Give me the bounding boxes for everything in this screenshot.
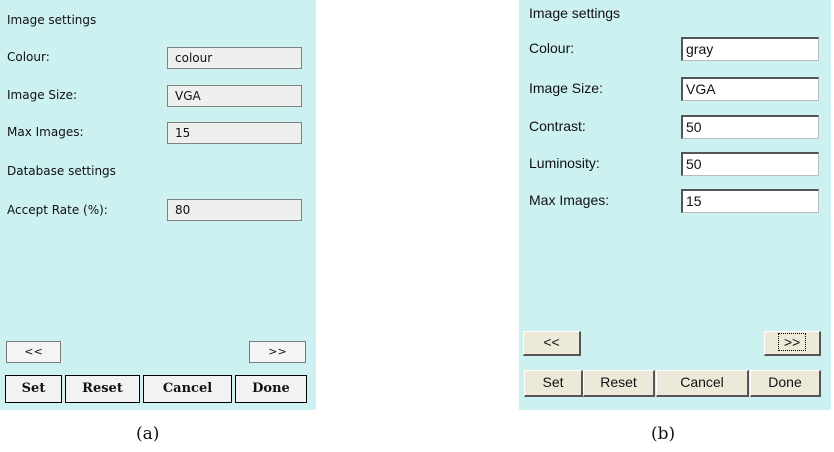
image-size-label: Image Size:: [529, 80, 603, 96]
cancel-button[interactable]: Cancel: [656, 370, 749, 397]
next-button[interactable]: >>: [249, 341, 306, 363]
caption-a: (a): [136, 424, 160, 444]
colour-label: Colour:: [529, 40, 575, 56]
max-images-label: Max Images:: [7, 125, 84, 139]
set-button[interactable]: Set: [5, 375, 62, 403]
reset-button[interactable]: Reset: [583, 370, 655, 397]
max-images-label: Max Images:: [529, 192, 610, 208]
contrast-field[interactable]: 50: [681, 115, 819, 139]
prev-button-label: <<: [543, 334, 560, 350]
max-images-field[interactable]: 15: [681, 189, 819, 213]
next-button-label: >>: [777, 333, 807, 351]
image-settings-heading: Image settings: [529, 5, 621, 21]
image-settings-heading: Image settings: [7, 13, 97, 27]
accept-rate-field[interactable]: 80: [167, 199, 302, 221]
luminosity-field[interactable]: 50: [681, 152, 819, 176]
luminosity-label: Luminosity:: [529, 155, 600, 171]
settings-panel-b: Image settings Colour: gray Image Size: …: [519, 0, 831, 410]
prev-button[interactable]: <<: [523, 331, 581, 356]
accept-rate-label: Accept Rate (%):: [7, 203, 108, 217]
set-button[interactable]: Set: [524, 370, 583, 397]
reset-button[interactable]: Reset: [65, 375, 140, 403]
colour-field[interactable]: gray: [681, 37, 819, 61]
contrast-label: Contrast:: [529, 118, 586, 134]
image-size-field[interactable]: VGA: [681, 77, 819, 101]
max-images-field[interactable]: 15: [167, 122, 302, 144]
caption-b: (b): [651, 424, 676, 444]
settings-panel-a: Image settings Colour: colour Image Size…: [0, 0, 316, 410]
colour-field[interactable]: colour: [167, 47, 302, 69]
done-button[interactable]: Done: [235, 375, 307, 403]
done-button[interactable]: Done: [750, 370, 821, 397]
cancel-button[interactable]: Cancel: [143, 375, 232, 403]
image-size-field[interactable]: VGA: [167, 85, 302, 107]
database-settings-heading: Database settings: [7, 164, 116, 178]
colour-label: Colour:: [7, 50, 50, 64]
prev-button[interactable]: <<: [6, 341, 61, 363]
image-size-label: Image Size:: [7, 88, 78, 102]
next-button[interactable]: >>: [764, 331, 821, 356]
